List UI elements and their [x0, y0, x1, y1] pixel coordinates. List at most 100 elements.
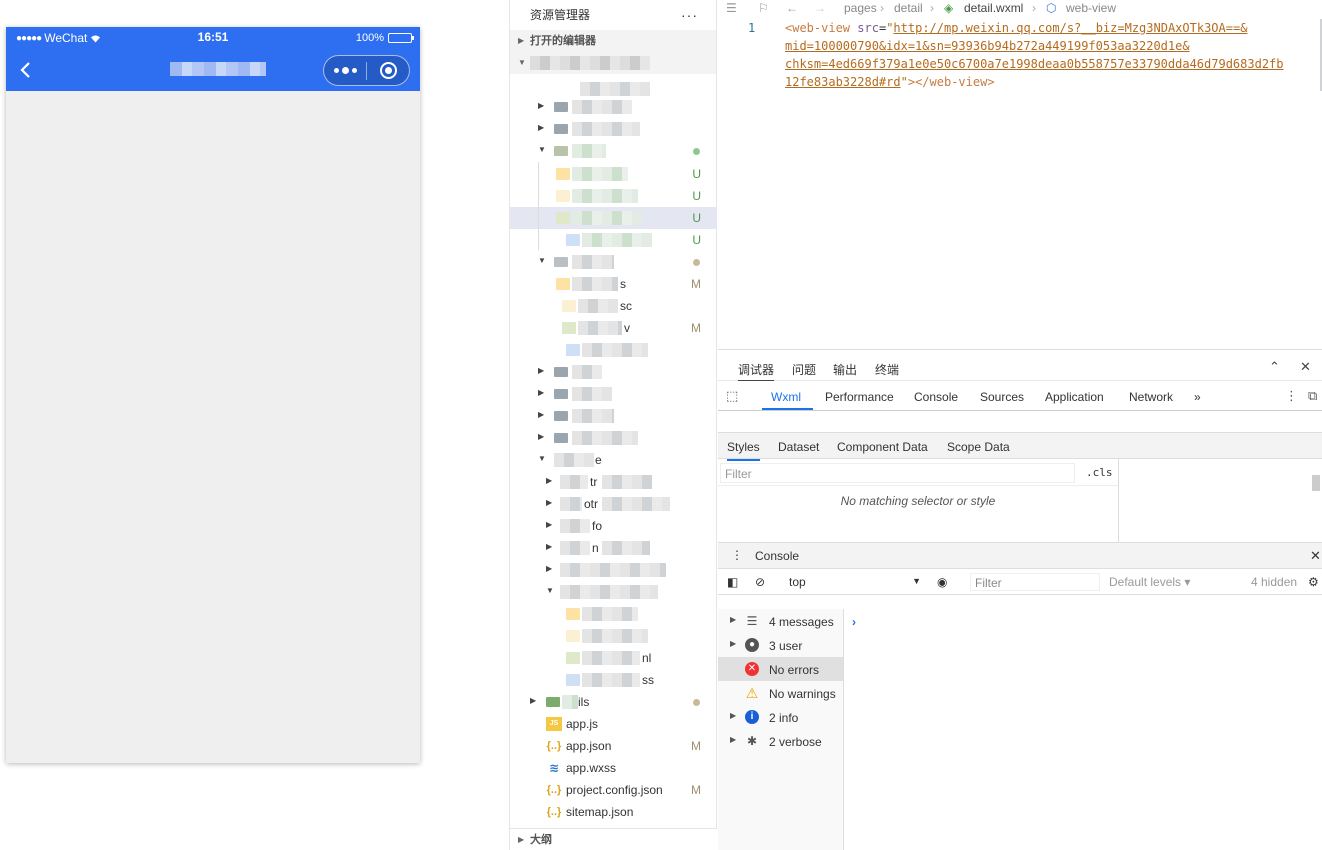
tree-folder-open[interactable]: ▼ [510, 140, 717, 162]
breadcrumb-item[interactable]: detail [894, 1, 923, 15]
outline-section[interactable]: ▶ 大纲 [510, 828, 717, 850]
console-filter-input[interactable]: Filter [970, 573, 1100, 591]
kebab-menu-icon[interactable]: ⋮ [1285, 388, 1298, 404]
tab-application[interactable]: Application [1045, 390, 1104, 404]
tree-file[interactable]: U [510, 229, 717, 251]
tree-file[interactable] [510, 625, 717, 647]
tab-wxml[interactable]: Wxml [771, 390, 801, 404]
tree-folder[interactable]: ▶ [510, 96, 717, 118]
json-file-icon [562, 300, 576, 312]
gear-icon[interactable]: ⚙ [1308, 575, 1319, 589]
sidebar-item-verbose[interactable]: ▶ ✱ 2 verbose [718, 729, 843, 753]
sidebar-toggle-icon[interactable]: ◧ [727, 575, 738, 589]
tree-file[interactable]: U [510, 185, 717, 207]
breadcrumb-item[interactable]: detail.wxml [964, 1, 1023, 15]
breadcrumb-item[interactable]: web-view [1066, 1, 1116, 15]
sidebar-item-user-messages[interactable]: ▶ ● 3 user mess... [718, 633, 843, 667]
sidebar-item-errors[interactable]: ✕ No errors [718, 657, 843, 681]
chevron-up-icon[interactable]: ⌃ [1269, 359, 1280, 375]
tree-file[interactable]: s M [510, 273, 717, 295]
close-icon[interactable]: ✕ [1300, 359, 1311, 375]
more-dots-icon[interactable] [324, 56, 366, 85]
kebab-menu-icon[interactable]: ⋮ [731, 548, 743, 562]
tab-dataset[interactable]: Dataset [778, 440, 819, 454]
tree-file[interactable] [510, 339, 717, 361]
tree-folder[interactable]: ▶ [510, 559, 717, 581]
tree-file-selected[interactable]: U [510, 207, 717, 229]
console-prompt-icon[interactable]: › [852, 615, 856, 629]
list-icon[interactable]: ☰ [726, 1, 737, 15]
battery-percent: 100% [355, 32, 384, 44]
tree-file-project-config[interactable]: {..} project.config.json M [510, 779, 717, 801]
tree-folder-open[interactable]: ▼ [510, 581, 717, 603]
open-editors-section[interactable]: ▶ 打开的编辑器 [510, 30, 716, 52]
blurred-name [572, 122, 640, 136]
tree-file[interactable]: U [510, 163, 717, 185]
tab-problems[interactable]: 问题 [792, 361, 816, 378]
tab-styles[interactable]: Styles [727, 440, 760, 461]
tree-file[interactable] [510, 603, 717, 625]
tree-file-app-js[interactable]: JS app.js [510, 713, 717, 735]
tab-output[interactable]: 输出 [833, 361, 857, 378]
tree-folder[interactable]: ▶ [510, 361, 717, 383]
sidebar-item-warnings[interactable]: ⚠ No warnings [718, 681, 843, 705]
tree-file[interactable]: nl [510, 647, 717, 669]
tree-folder[interactable]: ▶ tr [510, 471, 717, 493]
tree-file-app-wxss[interactable]: ≋ app.wxss [510, 757, 717, 779]
tree-folder[interactable]: ▶ [510, 383, 717, 405]
tree-folder[interactable]: ▶ [510, 118, 717, 140]
clear-console-icon[interactable]: ⊘ [755, 575, 765, 589]
back-arrow-icon[interactable] [16, 60, 36, 80]
more-actions-icon[interactable]: ··· [681, 0, 698, 30]
tree-folder-utils[interactable]: ▶ ils [510, 691, 717, 713]
forward-arrow-icon[interactable]: → [814, 1, 826, 15]
tab-scope-data[interactable]: Scope Data [947, 440, 1010, 454]
log-levels-select[interactable]: Default levels ▾ [1109, 575, 1190, 589]
bookmark-icon[interactable]: ⚐ [758, 1, 769, 15]
tab-debugger[interactable]: 调试器 [738, 361, 775, 381]
tab-console[interactable]: Console [914, 390, 958, 404]
breadcrumb-item[interactable]: pages [844, 1, 877, 15]
sidebar-item-info[interactable]: ▶ i 2 info [718, 705, 843, 729]
tree-file[interactable]: v M [510, 317, 717, 339]
tree-file[interactable]: ss [510, 669, 717, 691]
tree-file[interactable]: sc [510, 295, 717, 317]
close-circle-icon[interactable] [367, 56, 409, 85]
wxml-file-icon [562, 322, 576, 334]
context-select[interactable]: top ▼ [785, 573, 923, 591]
tab-console-drawer[interactable]: Console [755, 549, 799, 563]
cls-button[interactable]: .cls [1086, 466, 1113, 479]
tree-folder-open[interactable]: ▼ e [510, 449, 717, 471]
chevron-down-icon: ▼ [546, 586, 554, 595]
more-tabs-icon[interactable]: » [1194, 390, 1201, 404]
dock-icon[interactable]: ⧉ [1308, 388, 1317, 404]
eye-icon[interactable]: ◉ [937, 575, 947, 589]
sidebar-item-label: No warnings [769, 687, 836, 701]
tree-folder[interactable]: ▶ [510, 405, 717, 427]
code-url[interactable]: mid=100000790&idx=1&sn=93936b94b272a4491… [785, 39, 1190, 53]
code-url[interactable]: chksm=4ed669f379a1e0e50c6700a7e1998deaa0… [785, 57, 1284, 71]
wxml-file-icon [556, 212, 570, 224]
code-url[interactable]: 12fe83ab3228d#rd [785, 75, 901, 89]
tab-terminal[interactable]: 终端 [875, 361, 899, 378]
project-root-section[interactable]: ▼ [510, 52, 716, 74]
tree-folder[interactable]: ▶ fo [510, 515, 717, 537]
back-arrow-icon[interactable]: ← [786, 1, 798, 15]
styles-filter-input[interactable]: Filter [720, 463, 1075, 483]
scrollbar[interactable] [1312, 475, 1320, 491]
tab-component-data[interactable]: Component Data [837, 440, 928, 454]
close-icon[interactable]: ✕ [1310, 548, 1321, 564]
tree-folder-open[interactable]: ▼ [510, 251, 717, 273]
tree-file-sitemap[interactable]: {..} sitemap.json [510, 801, 717, 823]
tree-folder[interactable]: ▶ n [510, 537, 717, 559]
tab-performance[interactable]: Performance [825, 390, 894, 404]
tree-folder[interactable]: ▶ [510, 427, 717, 449]
pane-divider[interactable] [1118, 459, 1119, 543]
tree-folder[interactable]: ▶ otr [510, 493, 717, 515]
tree-file-app-json[interactable]: {..} app.json M [510, 735, 717, 757]
tab-network[interactable]: Network [1129, 390, 1173, 404]
inspect-element-icon[interactable]: ⬚ [726, 388, 738, 404]
tab-sources[interactable]: Sources [980, 390, 1024, 404]
code-url[interactable]: http://mp.weixin.qq.com/s?__biz=Mzg3NDAx… [893, 21, 1247, 35]
sidebar-item-messages[interactable]: ▶ ☰ 4 messages [718, 609, 843, 633]
